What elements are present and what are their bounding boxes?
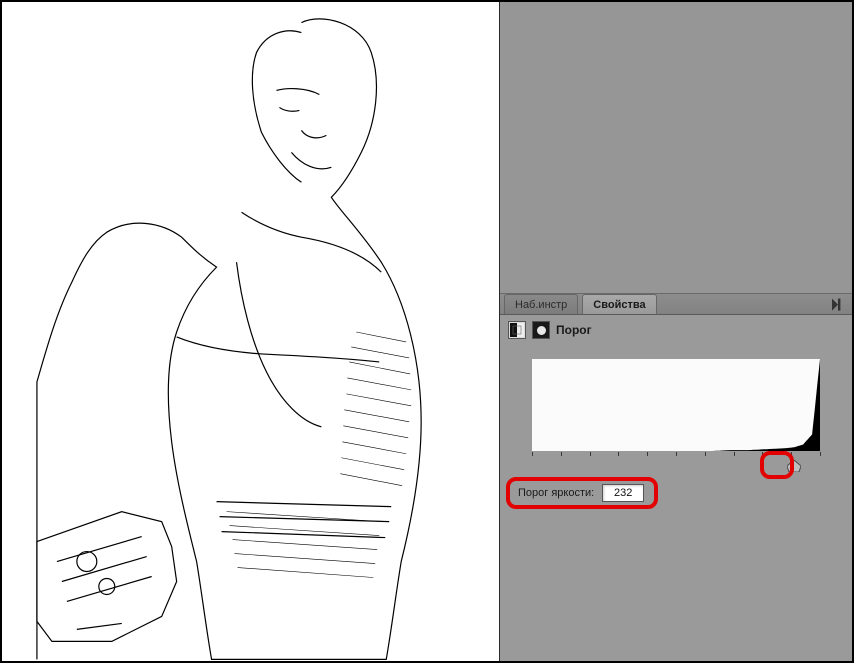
right-panel: Наб.инстр Свойства Порог	[500, 2, 852, 661]
threshold-histogram	[532, 359, 820, 451]
adjustment-header: Порог	[500, 315, 852, 345]
histogram-ticks	[532, 452, 820, 462]
tab-tool-presets[interactable]: Наб.инстр	[504, 294, 578, 314]
threshold-slider-track[interactable]	[532, 462, 820, 476]
histogram-area	[532, 359, 820, 476]
adjustment-title: Порог	[556, 323, 592, 337]
tab-properties[interactable]: Свойства	[582, 294, 656, 314]
document-canvas[interactable]	[2, 2, 500, 661]
panel-menu-icon[interactable]	[832, 296, 844, 314]
threshold-field-row: Порог яркости:	[518, 484, 852, 502]
threshold-label: Порог яркости:	[518, 487, 594, 499]
canvas-image	[2, 2, 499, 661]
threshold-adjustment-icon	[508, 321, 526, 339]
threshold-slider-handle[interactable]	[787, 460, 801, 472]
panel-tabbar: Наб.инстр Свойства	[500, 293, 852, 315]
app-window: Наб.инстр Свойства Порог	[0, 0, 854, 663]
threshold-input[interactable]	[602, 484, 644, 502]
layer-mask-icon	[532, 321, 550, 339]
properties-panel: Порог	[500, 315, 852, 661]
